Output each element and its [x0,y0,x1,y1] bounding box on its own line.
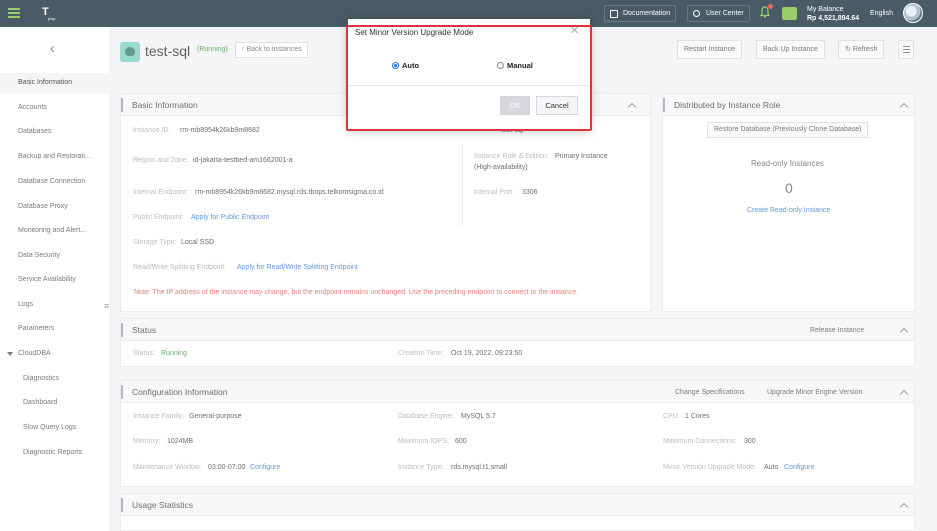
highlight-frame [346,25,592,131]
